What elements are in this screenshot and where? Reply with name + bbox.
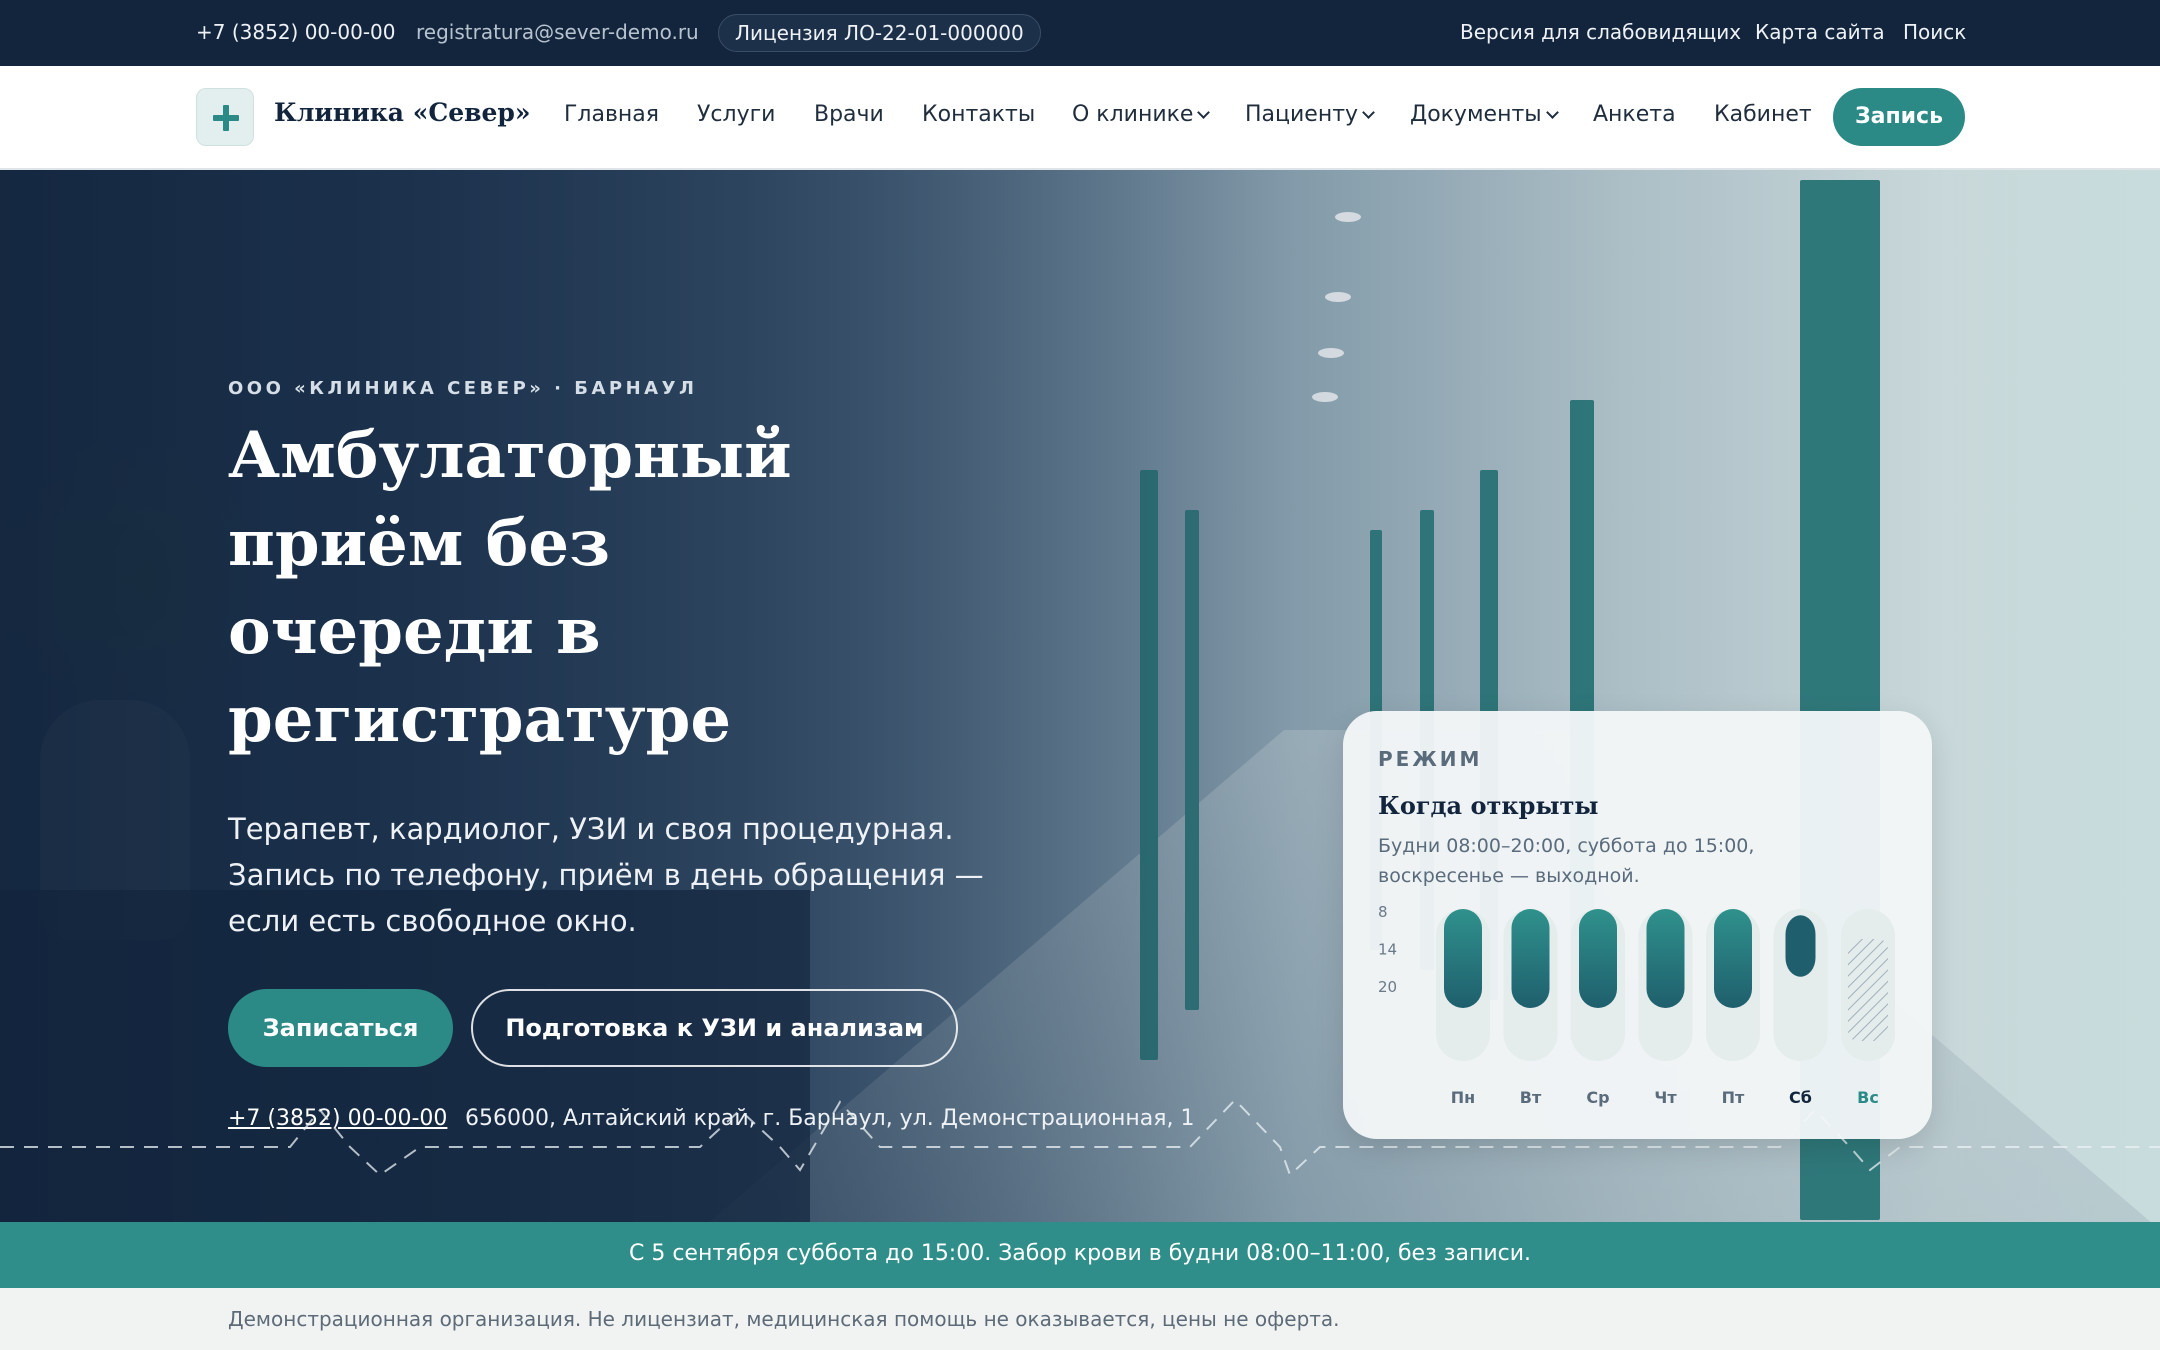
open-hours-bar [1511,909,1550,1008]
nav-services[interactable]: Услуги [697,102,775,127]
nav-doctors[interactable]: Врачи [814,102,884,127]
open-hours-bar [1714,909,1752,1008]
day-label: Сб [1789,1088,1812,1107]
nav-services-label: Услуги [697,102,776,127]
day-label: Пн [1451,1088,1475,1107]
open-hours-bar [1444,909,1482,1008]
nav-contacts-label: Контакты [922,102,1036,127]
nav-documents-label: Документы [1410,102,1542,127]
chevron-down-icon [1545,106,1559,119]
demo-disclaimer: Демонстрационная организация. Не лицензи… [228,1307,1340,1331]
low-vision-link[interactable]: Версия для слабовидящих [1460,20,1741,44]
open-hours-bar [1785,915,1816,977]
signup-button[interactable]: Записаться [228,989,453,1067]
chevron-down-icon [1362,106,1375,119]
day-label: Вт [1520,1088,1542,1107]
nav-about[interactable]: О клинике [1072,102,1211,127]
hero-section: ООО «КЛИНИКА СЕВЕР» · БАРНАУЛ Амбулаторн… [0,170,2160,1222]
book-appointment-button[interactable]: Запись [1833,88,1965,146]
nav-documents[interactable]: Документы [1410,102,1559,127]
nav-patients-label: Пациенту [1245,102,1359,127]
license-badge[interactable]: Лицензия ЛО-22-01-000000 [718,14,1041,52]
day-label: Чт [1654,1088,1677,1107]
schedule-card: РЕЖИМ Когда открыты Будни 08:00–20:00, с… [1343,711,1932,1139]
chevron-down-icon [1197,106,1211,119]
nav-doctors-label: Врачи [814,102,884,127]
nav-cabinet[interactable]: Кабинет [1714,102,1812,127]
nav-home[interactable]: Главная [564,102,659,127]
logo-cross-icon[interactable] [196,88,254,146]
nav-survey[interactable]: Анкета [1593,102,1676,127]
open-hours-bar [1646,909,1685,1008]
axis-label-20: 20 [1378,978,1397,996]
topbar-phone-link[interactable]: +7 (3852) 00-00-00 [196,20,395,44]
preparation-button[interactable]: Подготовка к УЗИ и анализам [471,989,958,1067]
nav-survey-label: Анкета [1593,102,1676,127]
search-link[interactable]: Поиск [1903,20,1966,44]
axis-label-8: 8 [1378,903,1388,921]
nav-cabinet-label: Кабинет [1714,102,1812,127]
logo-text[interactable]: Клиника «Север» [274,98,531,127]
axis-label-14: 14 [1378,941,1397,959]
nav-about-label: О клинике [1072,102,1194,127]
main-navigation: Клиника «Север» Главная Услуги Врачи Кон… [0,66,2160,170]
day-label: Пт [1722,1088,1745,1107]
sitemap-link[interactable]: Карта сайта [1755,20,1885,44]
announcement-bar: С 5 сентября суббота до 15:00. Забор кро… [0,1222,2160,1288]
open-hours-bar [1579,909,1617,1008]
weekly-hours-chart: 8 14 20 Пн Вт Ср Чт Пт Сб Вс [1378,903,1895,1107]
nav-home-label: Главная [564,102,660,127]
closed-day-hatch [1848,939,1888,1041]
nav-contacts[interactable]: Контакты [922,102,1035,127]
nav-patients[interactable]: Пациенту [1245,102,1375,127]
hero-lead: Терапевт, кардиолог, УЗИ и своя процедур… [228,812,984,938]
topbar-email-link[interactable]: registratura@sever-demo.ru [416,20,699,44]
day-label: Вс [1857,1088,1879,1107]
hero-eyebrow: ООО «КЛИНИКА СЕВЕР» · БАРНАУЛ [228,378,698,399]
top-utility-bar: +7 (3852) 00-00-00 registratura@sever-de… [0,0,2160,66]
day-label: Ср [1586,1088,1609,1107]
hero-headline: Амбулаторный приём без очереди в регистр… [228,418,792,757]
